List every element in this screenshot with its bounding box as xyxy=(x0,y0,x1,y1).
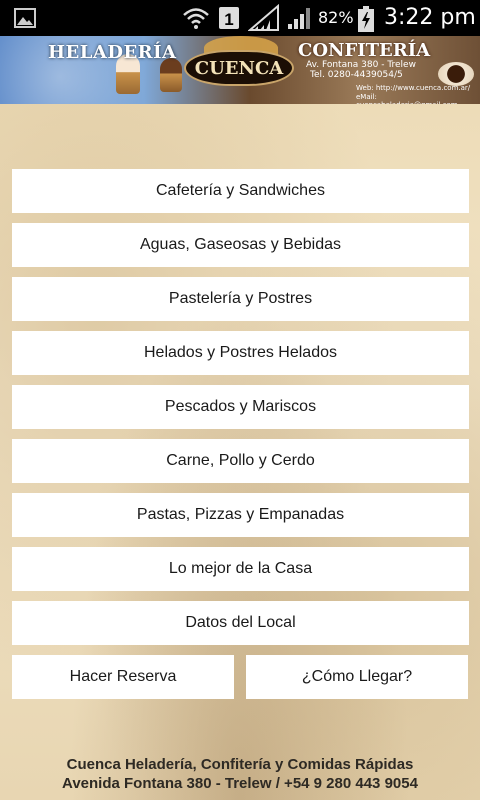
footer-address-phone: Avenida Fontana 380 - Trelew / +54 9 280… xyxy=(62,775,418,792)
coffee-cup-image xyxy=(438,62,474,86)
header-banner: HELADERÍA CUENCA CONFITERÍA Av. Fontana … xyxy=(0,36,480,104)
menu-button-cafeteria[interactable]: Cafetería y Sandwiches xyxy=(12,169,469,213)
signal-icon xyxy=(288,8,310,29)
gallery-icon xyxy=(14,8,36,28)
battery-percent: 82% xyxy=(318,8,354,27)
banner-phone: Tel. 0280-4439054/5 xyxy=(310,70,403,80)
menu-button-especialidades[interactable]: Lo mejor de la Casa xyxy=(12,547,469,591)
banner-heladeria-title: HELADERÍA xyxy=(48,42,177,63)
clock: 3:22 pm xyxy=(384,5,476,30)
battery-charging-icon xyxy=(358,6,374,32)
banner-address: Av. Fontana 380 - Trelew xyxy=(306,60,416,70)
cuenca-logo: CUENCA xyxy=(184,50,294,86)
banner-confiteria-title: CONFITERÍA xyxy=(298,40,431,61)
status-bar: 1 82% 3:22 pm xyxy=(0,0,480,36)
ice-cream-image xyxy=(160,58,182,92)
wifi-icon xyxy=(183,8,209,29)
sim-icon: 1 xyxy=(219,7,239,29)
menu-button-pastas[interactable]: Pastas, Pizzas y Empanadas xyxy=(12,493,469,537)
banner-mail: eMail: cuencaheladeria@gmail.com xyxy=(356,93,458,104)
footer-business-name: Cuenca Heladería, Confitería y Comidas R… xyxy=(66,756,414,773)
menu-button-datos-local[interactable]: Datos del Local xyxy=(12,601,469,645)
menu-button-pescados[interactable]: Pescados y Mariscos xyxy=(12,385,469,429)
signal-icon xyxy=(248,4,279,31)
menu-button-pasteleria[interactable]: Pastelería y Postres xyxy=(12,277,469,321)
menu-button-bebidas[interactable]: Aguas, Gaseosas y Bebidas xyxy=(12,223,469,267)
reserve-button[interactable]: Hacer Reserva xyxy=(12,655,234,699)
menu-button-helados[interactable]: Helados y Postres Helados xyxy=(12,331,469,375)
menu-button-carnes[interactable]: Carne, Pollo y Cerdo xyxy=(12,439,469,483)
svg-text:1: 1 xyxy=(224,10,233,29)
directions-button[interactable]: ¿Cómo Llegar? xyxy=(246,655,468,699)
cuenca-logo-text: CUENCA xyxy=(194,58,284,79)
